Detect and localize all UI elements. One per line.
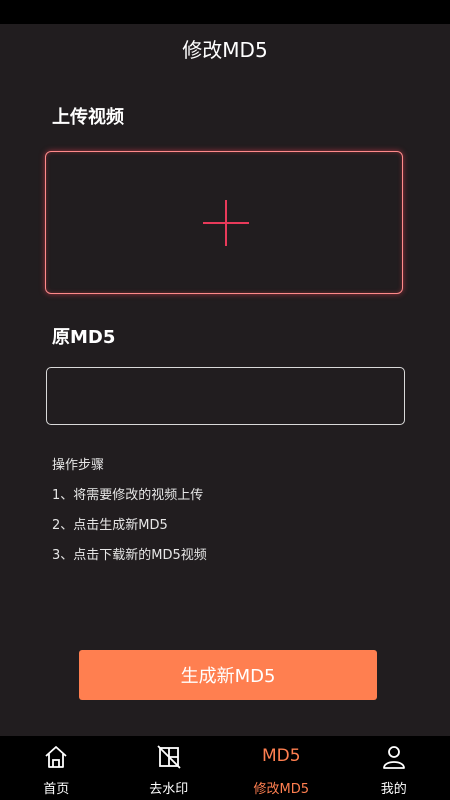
md5-icon: MD5: [261, 746, 301, 766]
home-icon: [45, 746, 67, 768]
step-item: 1、将需要修改的视频上传: [52, 488, 204, 503]
upload-video-label: 上传视频: [52, 107, 124, 128]
operation-steps: 操作步骤 1、将需要修改的视频上传 2、点击生成新MD5 3、点击下载新的MD5…: [52, 456, 207, 576]
original-md5-field[interactable]: [46, 367, 405, 425]
step-item: 2、点击生成新MD5: [52, 518, 168, 533]
tab-mine[interactable]: 我的: [338, 736, 450, 800]
tab-label: 修改MD5: [253, 782, 310, 797]
user-icon: [382, 746, 405, 769]
tab-label: 首页: [43, 782, 70, 797]
generate-md5-button[interactable]: 生成新MD5: [79, 650, 377, 700]
original-md5-label: 原MD5: [52, 327, 116, 348]
tab-remove-watermark[interactable]: 去水印: [113, 736, 226, 800]
bottom-tab-bar: 首页 去水印 MD5 修改MD5 我的: [0, 736, 450, 800]
plus-icon: [203, 200, 249, 246]
tab-home[interactable]: 首页: [0, 736, 113, 800]
upload-video-box[interactable]: [45, 151, 403, 294]
tab-modify-md5[interactable]: MD5 修改MD5: [225, 736, 338, 800]
step-item: 3、点击下载新的MD5视频: [52, 548, 207, 563]
tab-label: 去水印: [149, 782, 189, 797]
tab-label: 我的: [380, 782, 407, 797]
steps-title: 操作步骤: [52, 458, 105, 473]
status-bar: [0, 0, 450, 24]
page-title: 修改MD5: [182, 38, 268, 62]
remove-watermark-icon: [157, 745, 181, 769]
